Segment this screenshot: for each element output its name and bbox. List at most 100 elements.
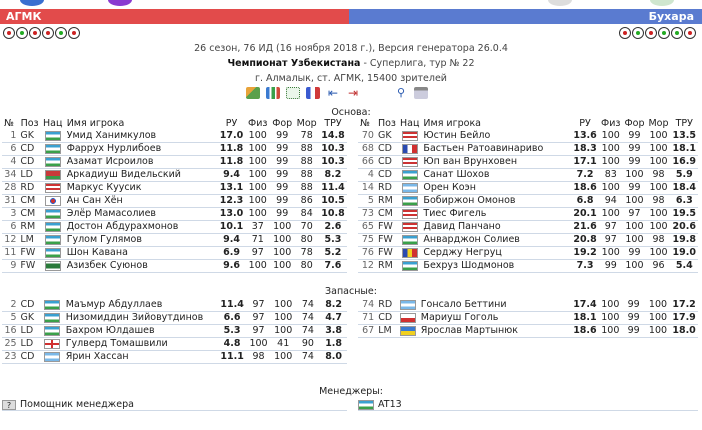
flag-uz-icon (44, 130, 61, 141)
player-name[interactable]: Ан Сан Хён (64, 194, 218, 209)
player-row: 5 GK Низомиддин Зийовутдинов 6.6 97 100 74 4.7 (2, 311, 347, 325)
player-position: LM (376, 324, 397, 338)
player-flag (40, 259, 65, 274)
player-name[interactable]: Серджу Негруц (421, 246, 572, 261)
player-name[interactable]: Ярослав Мартынюк (418, 324, 571, 338)
column-header[interactable]: Мор (294, 118, 319, 130)
away-manager-name[interactable]: AT13 (378, 399, 402, 410)
home-team-name[interactable]: АГМК (6, 10, 41, 23)
formation-icon[interactable] (286, 87, 300, 99)
column-header[interactable]: ТРУ (319, 118, 347, 130)
player-name[interactable]: Анварджон Солиев (421, 233, 572, 248)
player-name[interactable]: Гулом Гулямов (64, 233, 218, 248)
column-header[interactable]: Нац (398, 118, 421, 130)
player-morale: 100 (645, 299, 671, 312)
team-icon[interactable] (246, 87, 260, 99)
column-header[interactable]: № (2, 118, 18, 130)
column-header[interactable]: Фор (270, 118, 294, 130)
player-fiz: 100 (245, 181, 270, 196)
home-manager-name[interactable]: Помощник менеджера (20, 399, 134, 410)
player-row: 1 GK Умид Ханимкулов 17.0 100 99 78 14.8 (2, 130, 347, 144)
player-name[interactable]: Элёр Мамасолиев (64, 207, 218, 222)
column-header[interactable]: Фор (622, 118, 646, 130)
flags-icon[interactable] (306, 87, 320, 99)
player-name[interactable]: Давид Панчано (421, 220, 572, 235)
player-fiz: 71 (245, 233, 270, 248)
player-name[interactable]: Бобиржон Омонов (421, 194, 572, 209)
player-row: 71 CD Мариуш Гоголь 18.1 100 99 100 17.9 (358, 311, 698, 325)
player-name[interactable]: Юстин Бейло (421, 130, 572, 144)
player-position: CD (18, 299, 42, 312)
player-morale: 100 (646, 181, 671, 196)
player-tru: 18.4 (670, 181, 698, 196)
column-header[interactable]: Имя игрока (421, 118, 571, 130)
flag-ro-icon (401, 247, 418, 258)
player-form: 99 (621, 311, 646, 325)
player-form: 100 (270, 299, 296, 312)
player-name[interactable]: Тиес Фигель (421, 207, 572, 222)
away-team-name[interactable]: Бухара (649, 10, 694, 23)
player-row: 11 FW Шон Кавана 6.9 97 100 78 5.2 (2, 246, 347, 261)
column-header[interactable]: РУ (571, 118, 599, 130)
player-flag (397, 220, 422, 235)
player-name[interactable]: Азизбек Суюнов (64, 259, 218, 274)
player-form: 99 (622, 130, 647, 144)
bar-chart-icon[interactable] (266, 87, 280, 99)
player-position: LD (18, 337, 42, 351)
player-form: 100 (622, 233, 647, 248)
player-morale: 100 (645, 324, 671, 338)
player-flag (41, 350, 64, 364)
player-flag (40, 168, 65, 183)
player-name[interactable]: Низомиддин Зийовутдинов (63, 311, 218, 325)
player-name[interactable]: Достон Абдурахмонов (64, 220, 218, 235)
search-icon[interactable]: ⚲ (394, 87, 408, 99)
player-name[interactable]: Маркус Куусик (64, 181, 218, 196)
stadium-line: г. Алмалык, ст. АГМК, 15400 зрителей (255, 73, 447, 84)
player-name[interactable]: Маъмур Абдуллаев (63, 299, 218, 312)
player-morale: 98 (646, 194, 671, 209)
player-row: 12 RM Бехруз Шодмонов 7.3 99 100 96 5.4 (358, 259, 698, 274)
player-form: 99 (622, 246, 647, 261)
player-morale: 90 (295, 337, 321, 351)
arrow-right-icon[interactable]: ⇥ (346, 87, 360, 99)
player-name[interactable]: Бастьен Ратоавинариво (421, 142, 572, 157)
player-name[interactable]: Шон Кавана (64, 246, 218, 261)
player-number: 71 (358, 311, 377, 325)
player-name[interactable]: Фаррух Нурлибоев (64, 142, 218, 157)
player-name[interactable]: Гонсало Беттини (418, 299, 571, 312)
tournament-name[interactable]: Чемпионат Узбекистана (227, 58, 360, 69)
player-name[interactable]: Азамат Исроилов (64, 155, 218, 170)
player-name[interactable]: Мариуш Гоголь (418, 311, 571, 325)
player-ru: 13.1 (217, 181, 246, 196)
player-morale: 88 (294, 181, 319, 196)
column-header[interactable]: Физ (599, 118, 622, 130)
player-name[interactable]: Аркадиуш Видельский (64, 168, 218, 183)
player-name[interactable]: Бехруз Шодмонов (421, 259, 572, 274)
player-name[interactable]: Гулверд Томашвили (63, 337, 218, 351)
column-header[interactable]: Физ (246, 118, 270, 130)
column-header[interactable]: № (358, 118, 376, 130)
column-header[interactable]: ТРУ (671, 118, 698, 130)
player-form: 41 (270, 337, 296, 351)
player-form: 100 (270, 324, 296, 338)
column-header[interactable]: Имя игрока (65, 118, 218, 130)
main-lineup-title: Основа: (331, 107, 371, 118)
player-name[interactable]: Санат Шохов (421, 168, 572, 183)
print-icon[interactable] (414, 87, 428, 99)
column-header[interactable]: РУ (218, 118, 246, 130)
player-name[interactable]: Орен Коэн (421, 181, 572, 196)
player-fiz: 100 (599, 130, 623, 144)
column-header[interactable]: Мор (646, 118, 670, 130)
player-ru: 6.9 (217, 246, 246, 261)
arrow-left-icon[interactable]: ⇤ (326, 87, 340, 99)
column-header[interactable]: Поз (376, 118, 398, 130)
player-flag (40, 207, 65, 222)
player-number: 25 (2, 337, 19, 351)
player-name[interactable]: Бахром Юлдашев (63, 324, 218, 338)
column-header[interactable]: Поз (18, 118, 40, 130)
player-name[interactable]: Юп ван Врунховен (421, 155, 572, 170)
column-header[interactable]: Нац (41, 118, 65, 130)
player-ru: 6.8 (571, 194, 600, 209)
player-name[interactable]: Ярин Хассан (63, 350, 218, 364)
player-name[interactable]: Умид Ханимкулов (64, 130, 218, 144)
